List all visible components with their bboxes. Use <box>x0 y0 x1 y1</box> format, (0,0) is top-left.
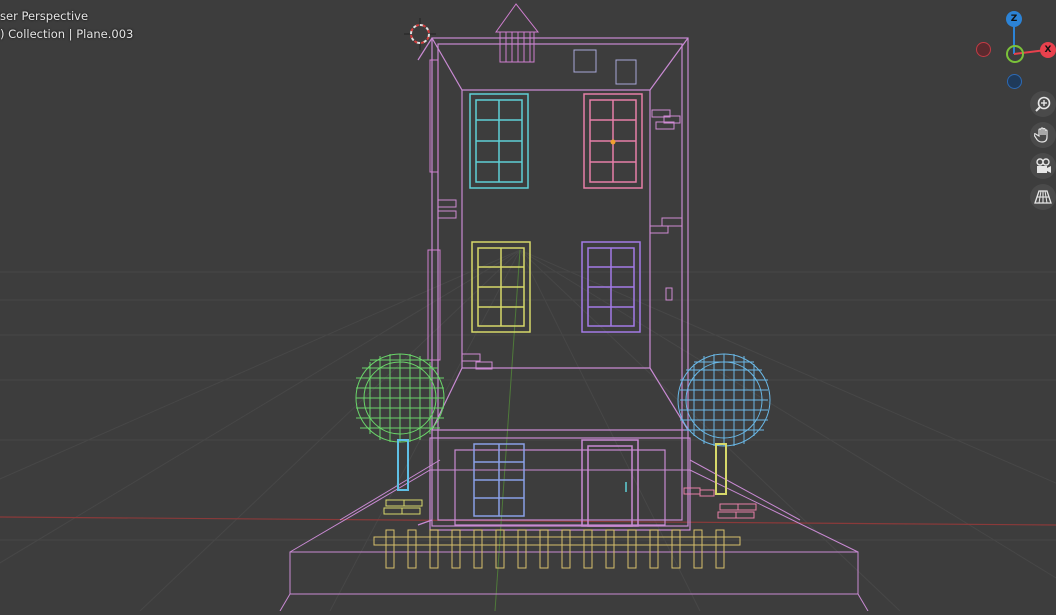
front-door <box>581 439 639 527</box>
object-origin <box>610 139 616 145</box>
gizmo-y-axis[interactable] <box>1006 45 1024 63</box>
zoom-icon <box>1035 96 1051 112</box>
window-top-left <box>469 93 529 189</box>
camera-icon <box>1036 158 1051 173</box>
window-mid-left <box>471 241 531 333</box>
navigation-gizmo[interactable]: Z X <box>970 6 1056 94</box>
gizmo-neg-x-axis[interactable] <box>976 42 991 57</box>
active-collection-label: ) Collection | Plane.003 <box>0 27 134 41</box>
brick-pile-right <box>683 487 757 519</box>
building-shell <box>417 37 691 531</box>
tree-right <box>677 353 771 495</box>
window-ground-left <box>473 443 525 517</box>
gizmo-x-axis[interactable]: X <box>1040 42 1056 58</box>
wireframe-scene <box>0 3 1056 612</box>
perspective-toggle-button[interactable] <box>1030 184 1056 210</box>
grid-perspective-icon <box>1034 190 1052 204</box>
roof-turret <box>495 3 540 63</box>
hand-pan-icon <box>1034 127 1048 143</box>
roof-props <box>573 49 637 85</box>
view-perspective-label: ser Perspective <box>0 9 89 23</box>
brick-pile-left <box>383 499 423 515</box>
pan-button[interactable] <box>1030 122 1056 148</box>
3d-cursor-icon <box>404 18 436 50</box>
picket-fence <box>373 529 741 569</box>
x-axis-line <box>0 516 1056 526</box>
gizmo-z-axis[interactable]: Z <box>1006 11 1022 27</box>
base-plinth <box>279 459 869 612</box>
zoom-button[interactable] <box>1030 91 1056 117</box>
camera-view-button[interactable] <box>1030 153 1056 179</box>
gizmo-neg-z-axis[interactable] <box>1007 74 1022 89</box>
3d-viewport[interactable]: ser Perspective ) Collection | Plane.003… <box>0 0 1056 612</box>
